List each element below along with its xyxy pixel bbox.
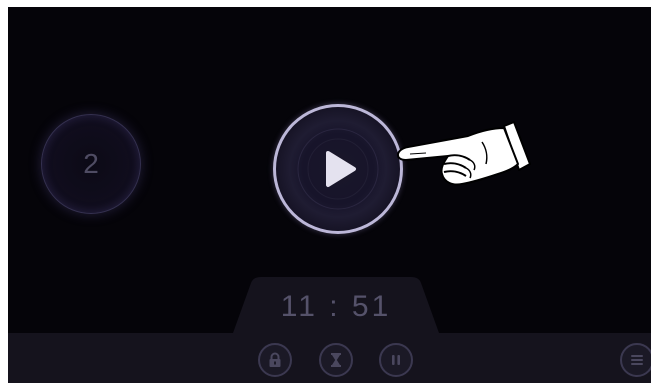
menu-button[interactable] bbox=[620, 343, 651, 377]
pause-button[interactable] bbox=[379, 343, 413, 377]
play-button[interactable] bbox=[273, 104, 403, 234]
timer-display: 11 : 51 bbox=[233, 277, 439, 333]
menu-icon bbox=[631, 355, 643, 365]
timer-button[interactable] bbox=[319, 343, 353, 377]
hourglass-icon bbox=[331, 353, 341, 367]
lock-button[interactable] bbox=[258, 343, 292, 377]
counter-circle[interactable]: 2 bbox=[41, 114, 141, 214]
bottom-toolbar bbox=[8, 333, 651, 383]
counter-value: 2 bbox=[83, 148, 99, 179]
app-screen: 2 11 : 51 bbox=[8, 7, 651, 383]
lock-icon bbox=[269, 352, 281, 367]
timer-value: 11 : 51 bbox=[280, 290, 392, 323]
pointing-hand-icon bbox=[386, 112, 538, 197]
play-icon bbox=[297, 128, 379, 210]
pause-icon bbox=[392, 355, 400, 365]
